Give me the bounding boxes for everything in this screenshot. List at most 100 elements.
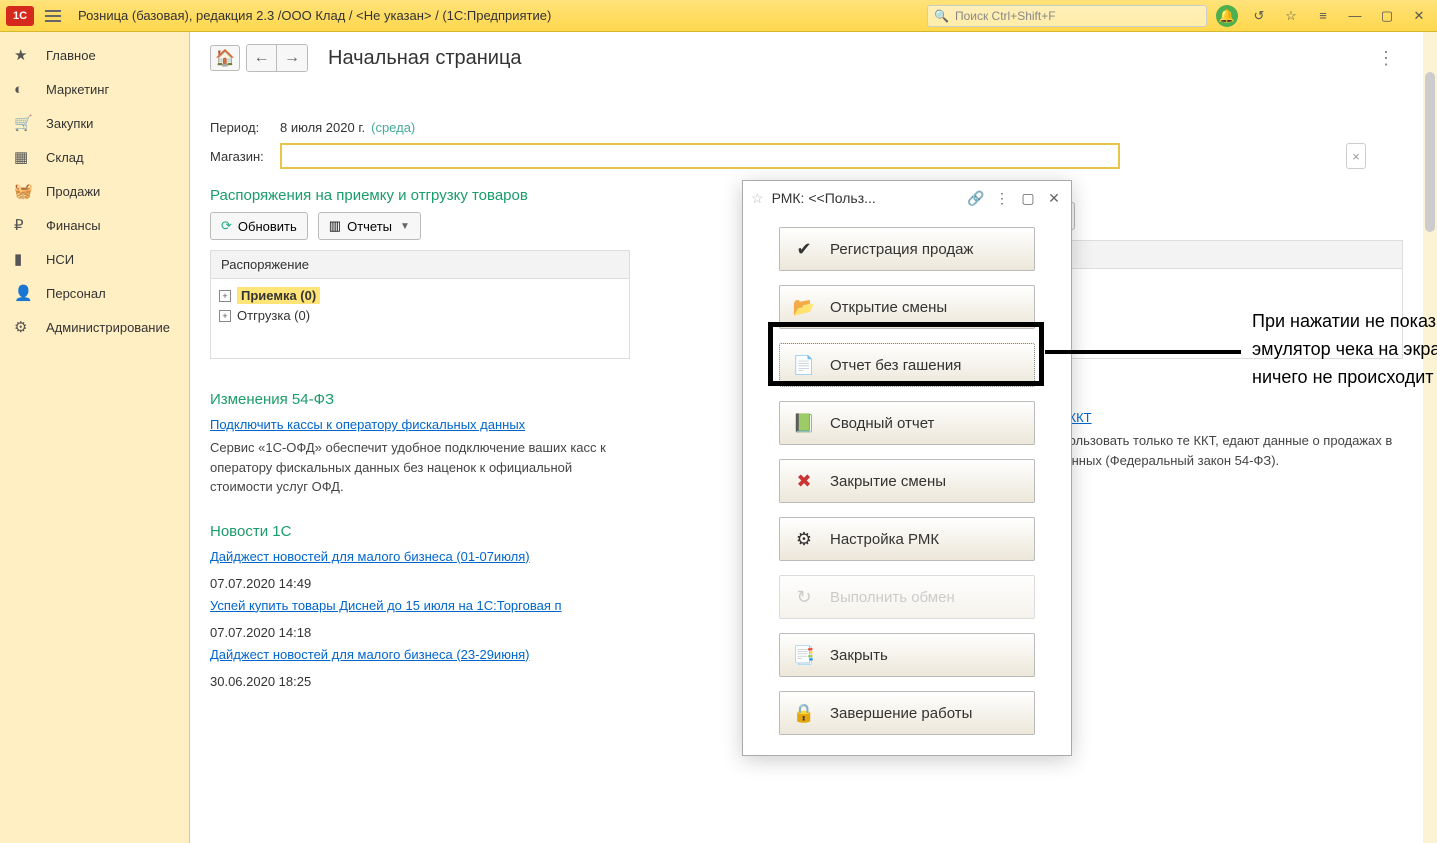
folder-open-icon: 📂 bbox=[792, 295, 816, 319]
sidebar-item-label: Продажи bbox=[46, 184, 100, 199]
lock-icon: 🔒 bbox=[792, 701, 816, 725]
page-title: Начальная страница bbox=[328, 47, 522, 70]
nav-toolbar: 🏠 ← → Начальная страница ⋮ bbox=[210, 44, 1403, 72]
tree-label: Отгрузка (0) bbox=[237, 308, 310, 323]
rmk-btn-label: Выполнить обмен bbox=[830, 589, 955, 606]
home-button[interactable]: 🏠 bbox=[210, 45, 240, 71]
book-icon: ▮ bbox=[14, 250, 34, 268]
reports-label: Отчеты bbox=[347, 219, 392, 234]
search-input[interactable]: 🔍 Поиск Ctrl+Shift+F bbox=[927, 5, 1207, 27]
sidebar: ★Главное ◐Маркетинг 🛒 Закупки ▦ Склад 🧺 Про… bbox=[0, 32, 190, 843]
sidebar-item-main[interactable]: ★Главное bbox=[0, 38, 189, 72]
search-placeholder: Поиск Ctrl+Shift+F bbox=[955, 9, 1056, 23]
sidebar-item-label: Персонал bbox=[46, 286, 106, 301]
scrollbar-thumb[interactable] bbox=[1425, 72, 1435, 232]
popup-menu-icon[interactable]: ⋮ bbox=[993, 190, 1011, 207]
sidebar-item-admin[interactable]: ⚙Администрирование bbox=[0, 310, 189, 344]
rmk-register-sales-button[interactable]: ✔ Регистрация продаж bbox=[779, 227, 1035, 271]
logo-1c: 1C bbox=[6, 6, 34, 26]
rmk-btn-label: Отчет без гашения bbox=[830, 357, 961, 374]
history-icon[interactable]: ↺ bbox=[1247, 4, 1271, 28]
search-icon: 🔍 bbox=[934, 9, 949, 23]
rmk-btn-label: Сводный отчет bbox=[830, 415, 934, 432]
window-title: Розница (базовая), редакция 2.3 /ООО Кла… bbox=[78, 8, 551, 23]
cart-icon: 🛒 bbox=[14, 114, 34, 132]
sidebar-item-label: Закупки bbox=[46, 116, 93, 131]
minimize-icon[interactable]: — bbox=[1343, 4, 1367, 28]
sidebar-item-nsi[interactable]: ▮НСИ bbox=[0, 242, 189, 276]
sidebar-item-label: Маркетинг bbox=[46, 82, 109, 97]
chart-icon: ▥ bbox=[329, 218, 341, 234]
refresh-icon: ⟳ bbox=[221, 218, 232, 234]
tree-row-receiving[interactable]: + Приемка (0) bbox=[219, 285, 621, 306]
chevron-down-icon: ▼ bbox=[400, 221, 410, 232]
person-icon: 👤 bbox=[14, 284, 34, 302]
rmk-open-shift-button[interactable]: 📂Открытие смены bbox=[779, 285, 1035, 329]
news-link-2[interactable]: Дайджест новостей для малого бизнеса (23… bbox=[210, 647, 530, 662]
fz54-left-text: Сервис «1C-ОФД» обеспечит удобное подклю… bbox=[210, 438, 630, 497]
rmk-close-button[interactable]: 📑 Закрыть bbox=[779, 633, 1035, 677]
expand-icon[interactable]: + bbox=[219, 290, 231, 302]
titlebar: 1C Розница (базовая), редакция 2.3 /ООО … bbox=[0, 0, 1437, 32]
rmk-exit-button[interactable]: 🔒 Завершение работы bbox=[779, 691, 1035, 735]
news-link-1[interactable]: Успей купить товары Дисней до 15 июля на… bbox=[210, 598, 562, 613]
sidebar-item-marketing[interactable]: ◐Маркетинг bbox=[0, 72, 189, 106]
scrollbar[interactable] bbox=[1423, 32, 1437, 843]
period-label: Период: bbox=[210, 120, 280, 135]
grid-header-left: Распоряжение bbox=[210, 250, 630, 279]
expand-icon[interactable]: + bbox=[219, 310, 231, 322]
notifications-icon[interactable]: 🔔 bbox=[1215, 4, 1239, 28]
doc-close-icon: 📑 bbox=[792, 643, 816, 667]
document-icon: 📄 bbox=[792, 353, 816, 377]
rmk-close-shift-button[interactable]: ✖Закрытие смены bbox=[779, 459, 1035, 503]
tree-row-shipment[interactable]: + Отгрузка (0) bbox=[219, 306, 621, 325]
news-link-0[interactable]: Дайджест новостей для малого бизнеса (01… bbox=[210, 549, 530, 564]
grid-icon: ▦ bbox=[14, 148, 34, 166]
rmk-xreport-button[interactable]: 📄 Отчет без гашения bbox=[779, 343, 1035, 387]
star-icon[interactable]: ☆ bbox=[1279, 4, 1303, 28]
popup-close-icon[interactable]: ✕ bbox=[1045, 190, 1063, 207]
popup-title: РМК: <<Польз... bbox=[772, 190, 959, 206]
store-label: Магазин: bbox=[210, 149, 280, 164]
rmk-popup: ☆ РМК: <<Польз... 🔗 ⋮ ▢ ✕ ✔ Регистрация п… bbox=[742, 180, 1072, 756]
star-fill-icon: ★ bbox=[14, 46, 34, 64]
link-icon[interactable]: 🔗 bbox=[967, 190, 985, 207]
rmk-btn-label: Настройка РМК bbox=[830, 531, 939, 548]
rmk-btn-label: Регистрация продаж bbox=[830, 241, 973, 258]
book-green-icon: 📗 bbox=[792, 411, 816, 435]
tree-label: Приемка (0) bbox=[237, 287, 320, 304]
rmk-btn-label: Завершение работы bbox=[830, 705, 972, 722]
maximize-icon[interactable]: ▢ bbox=[1375, 4, 1399, 28]
rmk-summary-report-button[interactable]: 📗 Сводный отчет bbox=[779, 401, 1035, 445]
sidebar-item-sales[interactable]: 🧺 Продажи bbox=[0, 174, 189, 208]
popup-maximize-icon[interactable]: ▢ bbox=[1019, 190, 1037, 207]
refresh-button[interactable]: ⟳Обновить bbox=[210, 212, 308, 240]
page-menu-icon[interactable]: ⋮ bbox=[1377, 48, 1403, 69]
rmk-settings-button[interactable]: ⚙Настройка РМК bbox=[779, 517, 1035, 561]
rmk-btn-label: Закрытие смены bbox=[830, 473, 946, 490]
reports-button[interactable]: ▥ Отчеты ▼ bbox=[318, 212, 421, 240]
close-icon[interactable]: ✕ bbox=[1407, 4, 1431, 28]
sidebar-item-personnel[interactable]: 👤 Персонал bbox=[0, 276, 189, 310]
rmk-exchange-button: ↻Выполнить обмен bbox=[779, 575, 1035, 619]
sidebar-item-label: Финансы bbox=[46, 218, 101, 233]
fz54-connect-link[interactable]: Подключить кассы к оператору фискальных … bbox=[210, 417, 525, 432]
favorite-star-icon[interactable]: ☆ bbox=[751, 190, 764, 207]
sidebar-item-finance[interactable]: ₽ Финансы bbox=[0, 208, 189, 242]
sidebar-item-purchases[interactable]: 🛒 Закупки bbox=[0, 106, 189, 140]
period-value: 8 июля 2020 г. bbox=[280, 120, 365, 135]
fz54-heading: Изменения 54-ФЗ bbox=[210, 391, 630, 408]
settings-bars-icon[interactable]: ≡ bbox=[1311, 4, 1335, 28]
sidebar-item-label: Склад bbox=[46, 150, 84, 165]
check-icon: ✔ bbox=[792, 237, 816, 261]
clear-store-button[interactable]: × bbox=[1346, 143, 1366, 169]
sidebar-item-warehouse[interactable]: ▦ Склад bbox=[0, 140, 189, 174]
basket-icon: 🧺 bbox=[14, 182, 34, 200]
menu-hamburger-icon[interactable] bbox=[42, 5, 64, 27]
gear-icon: ⚙ bbox=[14, 318, 34, 336]
back-button[interactable]: ← bbox=[247, 45, 277, 71]
forward-button[interactable]: → bbox=[277, 45, 307, 71]
rmk-btn-label: Закрыть bbox=[830, 647, 888, 664]
store-input[interactable] bbox=[280, 143, 1120, 169]
ruble-icon: ₽ bbox=[14, 216, 34, 234]
